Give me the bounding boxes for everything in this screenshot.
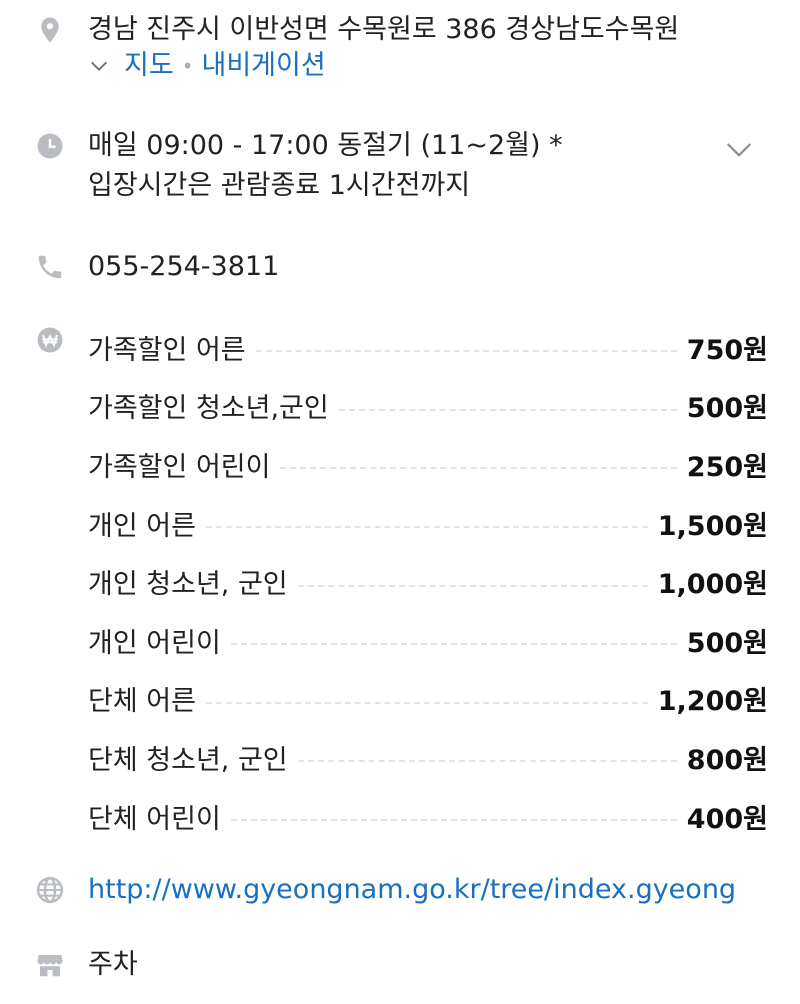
store-icon bbox=[34, 949, 66, 981]
address-links: 지도 • 내비게이션 bbox=[88, 48, 326, 84]
dotted-leader bbox=[230, 819, 677, 822]
price-label: 단체 어린이 bbox=[88, 803, 221, 835]
price-value: 500원 bbox=[686, 393, 768, 425]
website-link[interactable]: http://www.gyeongnam.go.kr/tree/index.gy… bbox=[88, 872, 736, 908]
price-row: 개인 어른 1,500원 bbox=[88, 494, 768, 553]
price-row: 가족할인 어린이 250원 bbox=[88, 435, 768, 494]
chevron-down-icon[interactable] bbox=[88, 55, 110, 77]
price-row: 가족할인 청소년,군인 500원 bbox=[88, 377, 768, 436]
dotted-leader bbox=[280, 467, 677, 470]
price-value: 1,200원 bbox=[657, 686, 768, 718]
dotted-leader bbox=[338, 408, 677, 411]
dotted-leader bbox=[297, 584, 648, 587]
chevron-down-icon[interactable] bbox=[724, 134, 754, 164]
price-value: 1,000원 bbox=[657, 569, 768, 601]
address-text: 경남 진주시 이반성면 수목원로 386 경상남도수목원 bbox=[88, 14, 680, 45]
dotted-leader bbox=[255, 350, 677, 353]
price-row: 단체 청소년, 군인 800원 bbox=[88, 728, 768, 787]
facilities-text: 주차 bbox=[88, 949, 138, 980]
price-label: 개인 청소년, 군인 bbox=[88, 569, 288, 601]
dotted-leader bbox=[205, 701, 648, 704]
dotted-leader bbox=[205, 526, 648, 529]
hours-line2: 입장시간은 관람종료 1시간전까지 bbox=[88, 170, 471, 201]
price-row: 단체 어른 1,200원 bbox=[88, 670, 768, 729]
price-label: 단체 어른 bbox=[88, 686, 196, 718]
price-label: 개인 어린이 bbox=[88, 627, 221, 659]
price-value: 400원 bbox=[686, 803, 768, 835]
price-value: 750원 bbox=[686, 334, 768, 366]
price-value: 1,500원 bbox=[657, 510, 768, 542]
price-row: 개인 청소년, 군인 1,000원 bbox=[88, 552, 768, 611]
price-label: 가족할인 어른 bbox=[88, 334, 246, 366]
price-list: 가족할인 어른 750원 가족할인 청소년,군인 500원 가족할인 어린이 250원… bbox=[88, 318, 768, 845]
won-icon bbox=[34, 324, 66, 356]
map-link[interactable]: 지도 bbox=[124, 48, 174, 84]
price-label: 개인 어른 bbox=[88, 510, 196, 542]
dotted-leader bbox=[297, 760, 677, 763]
price-row: 개인 어린이 500원 bbox=[88, 611, 768, 670]
price-label: 가족할인 청소년,군인 bbox=[88, 393, 329, 425]
hours-line1: 매일 09:00 - 17:00 동절기 (11~2월) * bbox=[88, 130, 563, 161]
navigation-link[interactable]: 내비게이션 bbox=[201, 48, 325, 84]
price-value: 250원 bbox=[686, 451, 768, 483]
phone-icon bbox=[34, 251, 66, 283]
price-row: 단체 어린이 400원 bbox=[88, 787, 768, 846]
place-info-panel: 경남 진주시 이반성면 수목원로 386 경상남도수목원 지도 • 내비게이션 … bbox=[0, 0, 800, 1004]
link-separator: • bbox=[181, 54, 194, 78]
phone-number[interactable]: 055-254-3811 bbox=[88, 249, 279, 285]
price-value: 800원 bbox=[686, 744, 768, 776]
price-row: 가족할인 어른 750원 bbox=[88, 318, 768, 377]
clock-icon bbox=[34, 130, 66, 162]
price-label: 가족할인 어린이 bbox=[88, 451, 271, 483]
location-pin-icon bbox=[34, 14, 66, 46]
globe-icon bbox=[34, 874, 66, 906]
dotted-leader bbox=[230, 643, 677, 646]
price-value: 500원 bbox=[686, 627, 768, 659]
price-label: 단체 청소년, 군인 bbox=[88, 744, 288, 776]
